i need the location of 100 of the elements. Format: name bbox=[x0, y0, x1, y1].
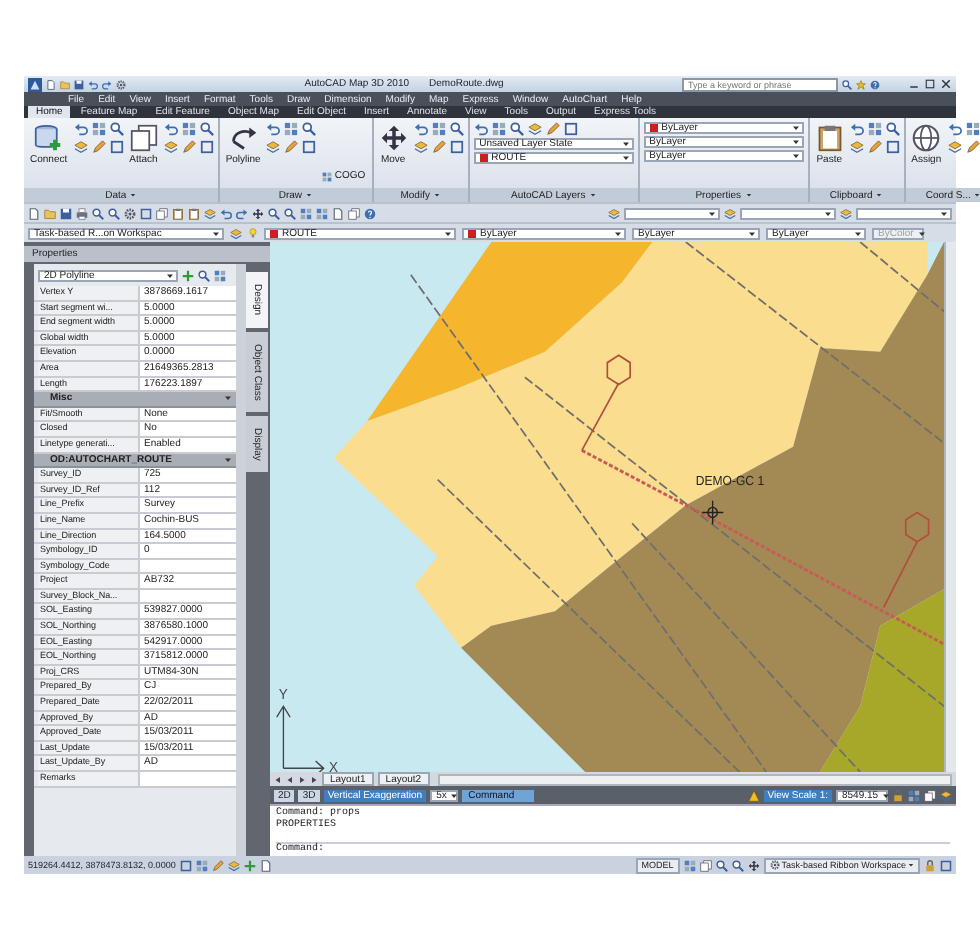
caret-icon[interactable] bbox=[444, 229, 452, 237]
pencil-icon[interactable] bbox=[431, 140, 446, 154]
close-icon[interactable] bbox=[940, 78, 953, 90]
save-icon[interactable] bbox=[60, 207, 72, 219]
scrollbar[interactable] bbox=[944, 242, 956, 772]
layers-icon[interactable] bbox=[724, 207, 736, 219]
square-icon[interactable] bbox=[199, 140, 214, 154]
help-icon[interactable] bbox=[364, 207, 376, 219]
pages-icon[interactable] bbox=[924, 789, 936, 801]
scrollbar[interactable] bbox=[236, 264, 246, 856]
square-icon[interactable] bbox=[449, 140, 464, 154]
help-icon[interactable] bbox=[870, 79, 881, 89]
caret-icon[interactable] bbox=[824, 209, 832, 217]
grid-icon[interactable] bbox=[491, 122, 506, 136]
search-icon[interactable] bbox=[198, 269, 210, 281]
caret-icon[interactable] bbox=[882, 791, 891, 799]
square-icon[interactable] bbox=[179, 859, 192, 871]
search-icon[interactable] bbox=[284, 207, 296, 219]
search-icon[interactable] bbox=[199, 122, 214, 136]
gear-icon[interactable] bbox=[116, 79, 126, 89]
layers-icon[interactable] bbox=[204, 207, 216, 219]
layers-icon[interactable] bbox=[230, 227, 242, 239]
pencil-icon[interactable] bbox=[867, 140, 882, 154]
search-icon[interactable] bbox=[268, 207, 280, 219]
star-icon[interactable] bbox=[856, 79, 867, 89]
route-line[interactable] bbox=[581, 449, 944, 646]
caret-icon[interactable] bbox=[130, 192, 137, 198]
save-icon[interactable] bbox=[74, 79, 84, 89]
undo-icon[interactable] bbox=[266, 122, 281, 136]
square-icon[interactable] bbox=[885, 140, 900, 154]
grid-icon[interactable] bbox=[431, 122, 446, 136]
redo-icon[interactable] bbox=[236, 207, 248, 219]
search-icon[interactable] bbox=[715, 859, 728, 871]
layers-icon[interactable] bbox=[940, 789, 952, 801]
undo-icon[interactable] bbox=[413, 122, 428, 136]
grid-icon[interactable] bbox=[91, 122, 106, 136]
search-icon[interactable] bbox=[302, 122, 317, 136]
caret-icon[interactable] bbox=[212, 229, 220, 237]
layers-icon[interactable] bbox=[608, 207, 620, 219]
grid-icon[interactable] bbox=[867, 122, 882, 136]
hexagon-marker[interactable] bbox=[580, 354, 631, 452]
pencil-icon[interactable] bbox=[965, 140, 980, 154]
lock-icon[interactable] bbox=[924, 859, 936, 871]
grid-icon[interactable] bbox=[214, 269, 226, 281]
search-icon[interactable] bbox=[885, 122, 900, 136]
caret-icon[interactable] bbox=[940, 209, 948, 217]
undo-icon[interactable] bbox=[473, 122, 488, 136]
undo-icon[interactable] bbox=[220, 207, 232, 219]
move-icon[interactable] bbox=[747, 859, 760, 871]
search-icon[interactable] bbox=[108, 207, 120, 219]
clipboard-icon[interactable] bbox=[172, 207, 184, 219]
move-icon[interactable] bbox=[252, 207, 264, 219]
layers-icon[interactable] bbox=[849, 140, 864, 154]
caret-icon[interactable] bbox=[450, 791, 459, 799]
plus-icon[interactable] bbox=[182, 269, 194, 281]
pencil-icon[interactable] bbox=[284, 140, 299, 154]
grid-icon[interactable] bbox=[284, 122, 299, 136]
caret-icon[interactable] bbox=[748, 229, 756, 237]
hexagon-marker[interactable] bbox=[882, 511, 930, 609]
square-icon[interactable] bbox=[109, 140, 124, 154]
search-icon[interactable] bbox=[509, 122, 524, 136]
square-icon[interactable] bbox=[563, 122, 578, 136]
search-icon[interactable] bbox=[449, 122, 464, 136]
layers-icon[interactable] bbox=[227, 859, 240, 871]
grid-icon[interactable] bbox=[300, 207, 312, 219]
pencil-icon[interactable] bbox=[91, 140, 106, 154]
pencil-icon[interactable] bbox=[181, 140, 196, 154]
undo-icon[interactable] bbox=[163, 122, 178, 136]
search-icon[interactable] bbox=[731, 859, 744, 871]
caret-icon[interactable] bbox=[589, 192, 596, 198]
grid-icon[interactable] bbox=[965, 122, 980, 136]
search-icon[interactable] bbox=[109, 122, 124, 136]
layers-icon[interactable] bbox=[266, 140, 281, 154]
printer-icon[interactable] bbox=[76, 207, 88, 219]
caret-icon[interactable] bbox=[854, 229, 862, 237]
app-logo-icon[interactable] bbox=[28, 77, 42, 91]
caret-icon[interactable] bbox=[306, 192, 313, 198]
clipboard-icon[interactable] bbox=[188, 207, 200, 219]
layers-icon[interactable] bbox=[947, 140, 962, 154]
caret-icon[interactable] bbox=[708, 209, 716, 217]
layers-icon[interactable] bbox=[413, 140, 428, 154]
undo-icon[interactable] bbox=[849, 122, 864, 136]
undo-icon[interactable] bbox=[88, 79, 98, 89]
caret-icon[interactable] bbox=[876, 192, 883, 198]
square-icon[interactable] bbox=[940, 859, 952, 871]
pages-icon[interactable] bbox=[348, 207, 360, 219]
undo-icon[interactable] bbox=[73, 122, 88, 136]
layers-icon[interactable] bbox=[73, 140, 88, 154]
square-icon[interactable] bbox=[302, 140, 317, 154]
search-icon[interactable] bbox=[842, 79, 853, 89]
caret-icon[interactable] bbox=[614, 229, 622, 237]
grid-icon[interactable] bbox=[683, 859, 696, 871]
maximize-icon[interactable] bbox=[924, 78, 937, 90]
caret-icon[interactable] bbox=[974, 192, 980, 198]
search-icon[interactable] bbox=[92, 207, 104, 219]
layers-icon[interactable] bbox=[163, 140, 178, 154]
grid-icon[interactable] bbox=[316, 207, 328, 219]
grid-icon[interactable] bbox=[195, 859, 208, 871]
caret-icon[interactable] bbox=[433, 192, 440, 198]
undo-icon[interactable] bbox=[947, 122, 962, 136]
